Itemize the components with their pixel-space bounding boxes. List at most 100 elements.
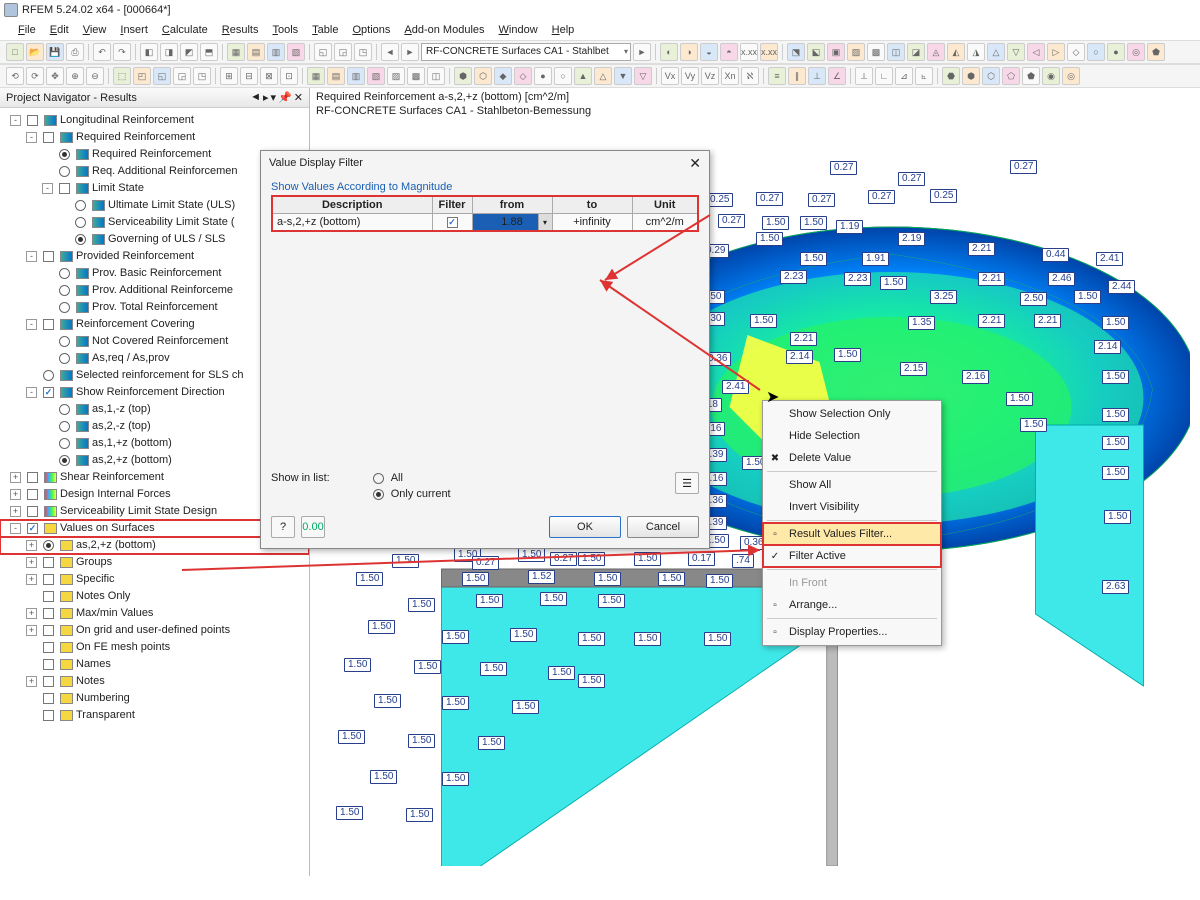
- value-label[interactable]: 2.23: [780, 270, 807, 284]
- value-label[interactable]: 1.50: [598, 594, 625, 608]
- dialog-titlebar[interactable]: Value Display Filter ✕: [261, 151, 709, 175]
- t2-i[interactable]: ◲: [173, 67, 191, 85]
- value-label[interactable]: 1.50: [392, 554, 419, 568]
- t2-n[interactable]: ⊡: [280, 67, 298, 85]
- value-label[interactable]: 1.50: [1020, 418, 1047, 432]
- value-label[interactable]: 0.27: [868, 190, 895, 204]
- value-label[interactable]: 2.15: [900, 362, 927, 376]
- value-label[interactable]: 2.21: [978, 314, 1005, 328]
- ctx-show-all[interactable]: Show All: [763, 474, 941, 496]
- value-label[interactable]: 1.50: [706, 574, 733, 588]
- tbtn-z[interactable]: ◬: [927, 43, 945, 61]
- value-label[interactable]: 2.50: [1020, 292, 1047, 306]
- t2-an[interactable]: ∠: [828, 67, 846, 85]
- value-label[interactable]: .74: [732, 554, 754, 568]
- tbtn-next[interactable]: ►: [401, 43, 419, 61]
- toolbar-2[interactable]: ⟲ ⟳ ✥ ⊕ ⊖ ⬚ ◰ ◱ ◲ ◳ ⊞ ⊟ ⊠ ⊡ ▦ ▤ ▥ ▧ ▨ ▩ …: [0, 64, 1200, 88]
- value-label[interactable]: 2.41: [1096, 252, 1123, 266]
- menu-results[interactable]: Results: [216, 22, 265, 38]
- tree-item[interactable]: Numbering: [0, 690, 309, 707]
- cell-filter[interactable]: [432, 214, 472, 232]
- tree-item[interactable]: Names: [0, 656, 309, 673]
- tbtn-r[interactable]: x.xx: [760, 43, 778, 61]
- tbtn-i[interactable]: ◱: [314, 43, 332, 61]
- context-menu[interactable]: Show Selection OnlyHide Selection✖Delete…: [762, 400, 942, 646]
- value-label[interactable]: 1.50: [634, 632, 661, 646]
- value-label[interactable]: 1.50: [1074, 290, 1101, 304]
- t2-z[interactable]: ●: [534, 67, 552, 85]
- value-label[interactable]: 1.50: [344, 658, 371, 672]
- tbtn-e[interactable]: ▦: [227, 43, 245, 61]
- ctx-arrange---[interactable]: ▫Arrange...: [763, 594, 941, 616]
- tbtn-m[interactable]: ◐: [660, 43, 678, 61]
- menubar[interactable]: FileEditViewInsertCalculateResultsToolsT…: [0, 20, 1200, 40]
- value-label[interactable]: 0.27: [808, 193, 835, 207]
- t2-d[interactable]: ⊕: [66, 67, 84, 85]
- value-label[interactable]: 1.52: [528, 570, 555, 584]
- value-label[interactable]: 1.50: [368, 620, 395, 634]
- tbtn-v[interactable]: ▨: [847, 43, 865, 61]
- tbtn-b[interactable]: ◨: [160, 43, 178, 61]
- tbtn-c[interactable]: ◩: [180, 43, 198, 61]
- t2-ad[interactable]: ▼: [614, 67, 632, 85]
- value-label[interactable]: 1.50: [374, 694, 401, 708]
- tbtn-print[interactable]: ⎙: [66, 43, 84, 61]
- t2-av[interactable]: ⬠: [1002, 67, 1020, 85]
- tbtn-undo[interactable]: ↶: [93, 43, 111, 61]
- t2-ac[interactable]: △: [594, 67, 612, 85]
- value-label[interactable]: 1.50: [1006, 392, 1033, 406]
- tree-item[interactable]: +Specific: [0, 571, 309, 588]
- tbtn-aa[interactable]: ◭: [947, 43, 965, 61]
- value-label[interactable]: 0.27: [830, 161, 857, 175]
- tbtn-a[interactable]: ◧: [140, 43, 158, 61]
- t2-c[interactable]: ✥: [46, 67, 64, 85]
- tbtn-s[interactable]: ⬔: [787, 43, 805, 61]
- tbtn-ak[interactable]: ⬟: [1147, 43, 1165, 61]
- tbtn-j[interactable]: ◲: [334, 43, 352, 61]
- tree-item[interactable]: On FE mesh points: [0, 639, 309, 656]
- value-label[interactable]: 1.91: [862, 252, 889, 266]
- ok-button[interactable]: OK: [549, 516, 621, 538]
- tree-item[interactable]: +On grid and user-defined points: [0, 622, 309, 639]
- tbtn-prev[interactable]: ◄: [381, 43, 399, 61]
- t2-r[interactable]: ▧: [367, 67, 385, 85]
- value-label[interactable]: 1.50: [408, 734, 435, 748]
- value-label[interactable]: 1.50: [1102, 408, 1129, 422]
- t2-m[interactable]: ⊠: [260, 67, 278, 85]
- value-label[interactable]: 2.46: [1048, 272, 1075, 286]
- tbtn-o[interactable]: ◒: [700, 43, 718, 61]
- value-label[interactable]: 1.50: [1102, 370, 1129, 384]
- t2-j[interactable]: ◳: [193, 67, 211, 85]
- t2-ah[interactable]: Vz: [701, 67, 719, 85]
- value-label[interactable]: 1.50: [478, 736, 505, 750]
- value-label[interactable]: 0.27: [718, 214, 745, 228]
- filter-table[interactable]: Description Filter from to Unit a-s,2,+z…: [271, 195, 699, 232]
- t2-e[interactable]: ⊖: [86, 67, 104, 85]
- tbtn-open[interactable]: 📂: [26, 43, 44, 61]
- value-label[interactable]: 1.50: [518, 548, 545, 562]
- tree-item[interactable]: -Longitudinal Reinforcement: [0, 112, 309, 129]
- value-label[interactable]: 0.27: [756, 192, 783, 206]
- value-label[interactable]: 0.27: [472, 556, 499, 570]
- value-display-filter-dialog[interactable]: Value Display Filter ✕ Show Values Accor…: [260, 150, 710, 549]
- value-label[interactable]: 1.50: [476, 594, 503, 608]
- value-label[interactable]: 0.25: [930, 189, 957, 203]
- t2-x[interactable]: ◆: [494, 67, 512, 85]
- tree-item[interactable]: -Required Reinforcement: [0, 129, 309, 146]
- tbtn-k[interactable]: ◳: [354, 43, 372, 61]
- tbtn-p[interactable]: ◓: [720, 43, 738, 61]
- tbtn-af[interactable]: ▷: [1047, 43, 1065, 61]
- t2-ap[interactable]: ∟: [875, 67, 893, 85]
- t2-as[interactable]: ⬣: [942, 67, 960, 85]
- menu-options[interactable]: Options: [346, 22, 396, 38]
- tbtn-h[interactable]: ▧: [287, 43, 305, 61]
- t2-aq[interactable]: ⊿: [895, 67, 913, 85]
- t2-o[interactable]: ▦: [307, 67, 325, 85]
- t2-ag[interactable]: Vy: [681, 67, 699, 85]
- value-label[interactable]: 1.35: [908, 316, 935, 330]
- close-icon[interactable]: ✕: [689, 155, 701, 172]
- t2-g[interactable]: ◰: [133, 67, 151, 85]
- t2-h[interactable]: ◱: [153, 67, 171, 85]
- t2-ae[interactable]: ▽: [634, 67, 652, 85]
- value-label[interactable]: 1.50: [1102, 466, 1129, 480]
